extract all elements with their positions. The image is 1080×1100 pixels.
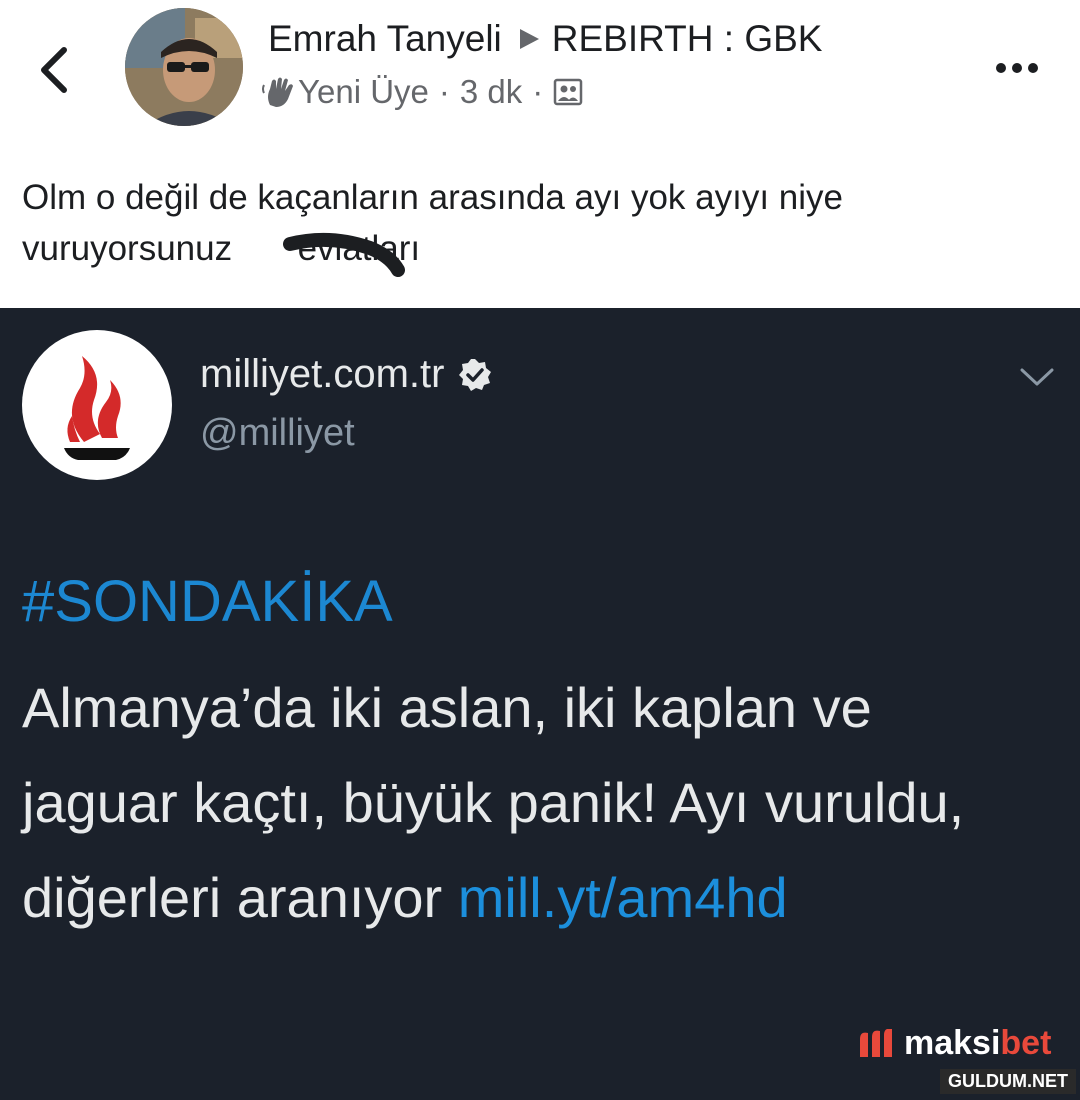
tweet-hashtag[interactable]: #SONDAKİKA bbox=[22, 568, 393, 635]
wave-hand-icon bbox=[262, 77, 293, 107]
tweet-account-name[interactable]: milliyet.com.tr bbox=[200, 352, 444, 397]
screenshot: Emrah Tanyeli REBIRTH : GBK Yeni Üye · 3… bbox=[0, 0, 1080, 1100]
separator: · bbox=[532, 73, 544, 110]
back-icon[interactable] bbox=[30, 40, 80, 100]
maksibet-logo-icon bbox=[860, 1028, 892, 1057]
tweet-author: milliyet.com.tr bbox=[200, 352, 492, 397]
post-meta: Yeni Üye · 3 dk · bbox=[262, 73, 583, 111]
chevron-down-icon[interactable] bbox=[1016, 362, 1058, 390]
maksibet-watermark: maksi bet bbox=[858, 1024, 1051, 1063]
more-icon[interactable] bbox=[994, 56, 1040, 80]
censor-scribble bbox=[283, 232, 405, 277]
maksibet-prefix: maksi bbox=[904, 1024, 1001, 1062]
author-name[interactable]: Emrah Tanyeli bbox=[268, 18, 502, 60]
tweet-handle[interactable]: @milliyet bbox=[200, 412, 355, 455]
maksibet-accent: bet bbox=[1000, 1024, 1052, 1062]
post-text-main: Olm o değil de kaçanların arasında ayı y… bbox=[22, 178, 843, 268]
milliyet-logo[interactable] bbox=[22, 330, 172, 480]
tweet-link[interactable]: mill.yt/am4hd bbox=[458, 866, 788, 929]
facebook-post: Emrah Tanyeli REBIRTH : GBK Yeni Üye · 3… bbox=[0, 0, 1080, 308]
site-watermark: GULDUM.NET bbox=[940, 1069, 1076, 1094]
post-author-line: Emrah Tanyeli REBIRTH : GBK bbox=[268, 18, 822, 60]
group-name[interactable]: REBIRTH : GBK bbox=[552, 18, 823, 60]
post-time[interactable]: 3 dk bbox=[460, 73, 522, 111]
tweet-text: Almanya’da iki aslan, iki kaplan ve jagu… bbox=[22, 660, 1042, 945]
play-arrow-icon bbox=[519, 29, 539, 49]
separator: · bbox=[438, 73, 450, 110]
verified-icon bbox=[459, 358, 492, 391]
member-badge: Yeni Üye bbox=[298, 73, 429, 110]
avatar[interactable] bbox=[125, 8, 243, 126]
post-text: Olm o değil de kaçanların arasında ayı y… bbox=[22, 172, 1062, 274]
group-icon bbox=[554, 78, 583, 106]
